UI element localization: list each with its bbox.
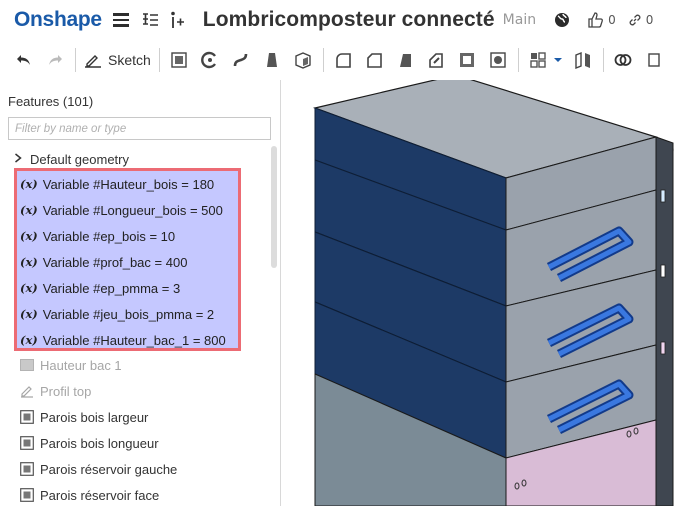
title-bar: Onshape Lombricomposteur connecté Main 0…: [0, 0, 699, 40]
feature-row-parois-reservoir-face[interactable]: Parois réservoir face: [0, 482, 268, 506]
variable-row[interactable]: (x) Variable #ep_bois = 10: [20, 223, 175, 249]
default-geometry-label: Default geometry: [30, 151, 129, 167]
feature-row-profil-top[interactable]: Profil top: [0, 378, 268, 404]
variable-label: Variable #jeu_bois_pmma = 2: [42, 306, 215, 322]
feature-list-title: Features (101): [8, 94, 94, 109]
link-count: 0: [645, 13, 654, 27]
toolbar-divider: [158, 48, 160, 72]
feature-list-scrollbar[interactable]: [271, 146, 277, 268]
feature-label: Parois réservoir gauche: [40, 461, 178, 477]
chamfer-icon[interactable]: [362, 48, 386, 72]
variable-label: Variable #prof_bac = 400: [42, 254, 188, 270]
draft-icon[interactable]: [393, 48, 417, 72]
variable-icon: (x): [20, 177, 38, 191]
feature-row-parois-bois-longueur[interactable]: Parois bois longueur: [0, 430, 268, 456]
toolbar-divider: [517, 48, 519, 72]
variable-row[interactable]: (x) Variable #prof_bac = 400: [20, 249, 187, 275]
feature-row-hauteur-bac-1[interactable]: Hauteur bac 1: [0, 352, 268, 378]
sketch-pencil-icon: [85, 55, 101, 68]
feature-row-parois-reservoir-gauche[interactable]: Parois réservoir gauche: [0, 456, 268, 482]
side-slot: [660, 189, 666, 203]
pattern-icon[interactable]: [526, 48, 550, 72]
plane-icon: [20, 358, 34, 372]
variable-icon: (x): [20, 281, 38, 295]
like-icon[interactable]: [587, 12, 604, 28]
variable-icon: (x): [20, 255, 38, 269]
document-title[interactable]: Lombricomposteur connecté: [203, 8, 495, 32]
branch-name[interactable]: Main: [503, 12, 536, 28]
sweep-icon[interactable]: [229, 48, 253, 72]
feature-label: Hauteur bac 1: [40, 357, 122, 373]
mirror-icon[interactable]: [571, 48, 595, 72]
variable-row[interactable]: (x) Variable #Hauteur_bois = 180: [20, 171, 214, 197]
variable-icon: (x): [20, 333, 38, 347]
pattern-dropdown-icon[interactable]: [552, 48, 564, 72]
feature-label: Parois réservoir face: [40, 487, 160, 503]
variable-label: Variable #ep_pmma = 3: [42, 280, 181, 296]
globe-icon[interactable]: [554, 12, 570, 28]
revolve-icon[interactable]: [198, 48, 222, 72]
model-render: [312, 80, 674, 506]
extrude-feature-icon: [20, 436, 34, 450]
extrude-feature-icon: [20, 462, 34, 476]
variable-icon: (x): [20, 307, 38, 321]
link-icon[interactable]: [628, 13, 642, 27]
variable-row[interactable]: (x) Variable #Hauteur_bac_1 = 800: [20, 327, 226, 353]
feature-label: Parois bois longueur: [40, 435, 159, 451]
rib-icon[interactable]: [424, 48, 448, 72]
split-icon[interactable]: [642, 48, 666, 72]
insert-icon[interactable]: [169, 11, 185, 29]
toolbar: Sketch: [0, 40, 699, 80]
extrude-icon[interactable]: [167, 48, 191, 72]
boolean-icon[interactable]: [611, 48, 635, 72]
menu-icon[interactable]: [112, 13, 129, 27]
feature-label: Parois bois largeur: [40, 409, 149, 425]
variable-row[interactable]: (x) Variable #ep_pmma = 3: [20, 275, 180, 301]
like-count: 0: [608, 13, 616, 27]
variable-icon: (x): [20, 203, 38, 217]
loft-icon[interactable]: [260, 48, 284, 72]
sketch-label: Sketch: [108, 52, 151, 68]
hole-icon[interactable]: [486, 48, 510, 72]
variable-label: Variable #Hauteur_bois = 180: [42, 176, 215, 192]
toolbar-divider: [75, 48, 76, 72]
graphics-viewport[interactable]: [281, 80, 699, 506]
thicken-icon[interactable]: [291, 48, 315, 72]
fillet-icon[interactable]: [331, 48, 355, 72]
side-slot: [660, 264, 666, 278]
shell-icon[interactable]: [455, 48, 479, 72]
selected-variables-group: (x) Variable #Hauteur_bois = 180 (x) Var…: [14, 168, 241, 351]
sketch-button[interactable]: Sketch: [84, 47, 151, 73]
variable-row[interactable]: (x) Variable #jeu_bois_pmma = 2: [20, 301, 214, 327]
toolbar-divider: [602, 48, 604, 72]
chevron-right-icon[interactable]: [14, 152, 22, 166]
side-slot: [660, 341, 666, 355]
undo-icon[interactable]: [12, 48, 36, 72]
toolbar-divider: [322, 48, 324, 72]
variable-label: Variable #Longueur_bois = 500: [42, 202, 223, 218]
feature-label: Profil top: [40, 383, 92, 399]
feature-list-icon[interactable]: [141, 11, 159, 29]
feature-row-parois-bois-largeur[interactable]: Parois bois largeur: [0, 404, 268, 430]
variable-label: Variable #ep_bois = 10: [42, 228, 176, 244]
extrude-feature-icon: [20, 488, 34, 502]
variable-icon: (x): [20, 229, 38, 243]
sketch-icon: [20, 384, 34, 398]
feature-filter-input[interactable]: [8, 117, 271, 140]
variable-row[interactable]: (x) Variable #Longueur_bois = 500: [20, 197, 223, 223]
redo-icon[interactable]: [43, 48, 67, 72]
onshape-logo[interactable]: Onshape: [14, 8, 102, 32]
feature-list-panel: Features (101) Default geometry (x) Vari…: [0, 80, 280, 506]
extrude-feature-icon: [20, 410, 34, 424]
variable-label: Variable #Hauteur_bac_1 = 800: [42, 332, 226, 348]
